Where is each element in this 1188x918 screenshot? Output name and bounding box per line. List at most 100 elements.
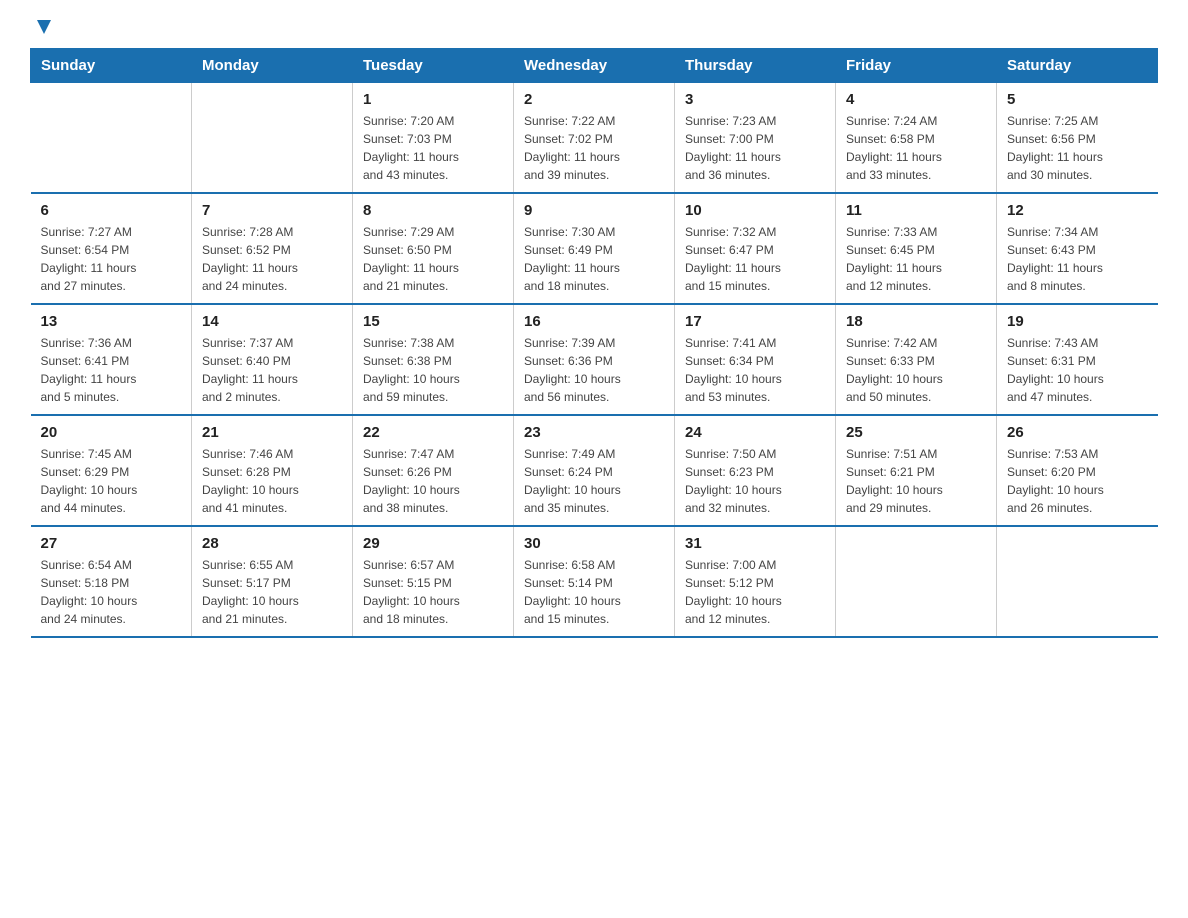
day-number: 21 bbox=[202, 424, 342, 441]
calendar-week-row: 20Sunrise: 7:45 AM Sunset: 6:29 PM Dayli… bbox=[31, 415, 1158, 526]
page-header bbox=[30, 20, 1158, 38]
logo-arrow-icon bbox=[33, 16, 55, 38]
calendar-cell: 1 Sunrise: 7:20 AM Sunset: 7:03 PM Daylig… bbox=[353, 83, 514, 194]
day-info: Sunrise: 7:32 AM Sunset: 6:47 PM Dayligh… bbox=[685, 223, 825, 295]
calendar-week-row: 1 Sunrise: 7:20 AM Sunset: 7:03 PM Daylig… bbox=[31, 83, 1158, 194]
calendar-cell: 8Sunrise: 7:29 AM Sunset: 6:50 PM Daylig… bbox=[353, 193, 514, 304]
day-info: Sunrise: 7:20 AM Sunset: 7:03 PM Dayligh… bbox=[363, 112, 503, 184]
day-header-friday: Friday bbox=[836, 49, 997, 83]
day-info: Sunrise: 7:46 AM Sunset: 6:28 PM Dayligh… bbox=[202, 445, 342, 517]
day-number: 19 bbox=[1007, 313, 1148, 330]
day-number: 30 bbox=[524, 535, 664, 552]
calendar-cell: 31Sunrise: 7:00 AM Sunset: 5:12 PM Dayli… bbox=[675, 526, 836, 637]
calendar-cell: 14Sunrise: 7:37 AM Sunset: 6:40 PM Dayli… bbox=[192, 304, 353, 415]
day-number: 29 bbox=[363, 535, 503, 552]
day-number: 2 bbox=[524, 91, 664, 108]
day-header-saturday: Saturday bbox=[997, 49, 1158, 83]
day-info: Sunrise: 7:27 AM Sunset: 6:54 PM Dayligh… bbox=[41, 223, 182, 295]
calendar-cell bbox=[31, 83, 192, 194]
calendar-cell: 26 Sunrise: 7:53 AM Sunset: 6:20 PM Dayli… bbox=[997, 415, 1158, 526]
day-info: Sunrise: 7:22 AM Sunset: 7:02 PM Dayligh… bbox=[524, 112, 664, 184]
day-number: 15 bbox=[363, 313, 503, 330]
day-info: Sunrise: 7:50 AM Sunset: 6:23 PM Dayligh… bbox=[685, 445, 825, 517]
calendar-cell: 21 Sunrise: 7:46 AM Sunset: 6:28 PM Dayli… bbox=[192, 415, 353, 526]
day-number: 5 bbox=[1007, 91, 1148, 108]
day-info: Sunrise: 7:42 AM Sunset: 6:33 PM Dayligh… bbox=[846, 334, 986, 406]
calendar-cell: 29 Sunrise: 6:57 AM Sunset: 5:15 PM Dayli… bbox=[353, 526, 514, 637]
day-number: 25 bbox=[846, 424, 986, 441]
day-info: Sunrise: 6:58 AM Sunset: 5:14 PM Dayligh… bbox=[524, 556, 664, 628]
day-header-wednesday: Wednesday bbox=[514, 49, 675, 83]
day-number: 10 bbox=[685, 202, 825, 219]
day-number: 22 bbox=[363, 424, 503, 441]
day-header-tuesday: Tuesday bbox=[353, 49, 514, 83]
day-number: 1 bbox=[363, 91, 503, 108]
calendar-cell: 27 Sunrise: 6:54 AM Sunset: 5:18 PM Dayli… bbox=[31, 526, 192, 637]
day-number: 26 bbox=[1007, 424, 1148, 441]
day-number: 7 bbox=[202, 202, 342, 219]
calendar-cell: 25 Sunrise: 7:51 AM Sunset: 6:21 PM Dayli… bbox=[836, 415, 997, 526]
day-number: 4 bbox=[846, 91, 986, 108]
calendar-cell: 18 Sunrise: 7:42 AM Sunset: 6:33 PM Dayli… bbox=[836, 304, 997, 415]
day-info: Sunrise: 7:49 AM Sunset: 6:24 PM Dayligh… bbox=[524, 445, 664, 517]
calendar-cell bbox=[192, 83, 353, 194]
calendar-cell: 3 Sunrise: 7:23 AM Sunset: 7:00 PM Daylig… bbox=[675, 83, 836, 194]
calendar-cell: 22 Sunrise: 7:47 AM Sunset: 6:26 PM Dayli… bbox=[353, 415, 514, 526]
day-info: Sunrise: 7:36 AM Sunset: 6:41 PM Dayligh… bbox=[41, 334, 182, 406]
calendar-cell: 12Sunrise: 7:34 AM Sunset: 6:43 PM Dayli… bbox=[997, 193, 1158, 304]
calendar-cell: 7 Sunrise: 7:28 AM Sunset: 6:52 PM Daylig… bbox=[192, 193, 353, 304]
calendar-cell: 11 Sunrise: 7:33 AM Sunset: 6:45 PM Dayli… bbox=[836, 193, 997, 304]
day-info: Sunrise: 6:54 AM Sunset: 5:18 PM Dayligh… bbox=[41, 556, 182, 628]
day-info: Sunrise: 7:28 AM Sunset: 6:52 PM Dayligh… bbox=[202, 223, 342, 295]
day-number: 18 bbox=[846, 313, 986, 330]
day-number: 17 bbox=[685, 313, 825, 330]
calendar-cell: 2 Sunrise: 7:22 AM Sunset: 7:02 PM Daylig… bbox=[514, 83, 675, 194]
calendar-cell: 5Sunrise: 7:25 AM Sunset: 6:56 PM Daylig… bbox=[997, 83, 1158, 194]
day-number: 8 bbox=[363, 202, 503, 219]
day-number: 9 bbox=[524, 202, 664, 219]
day-number: 6 bbox=[41, 202, 182, 219]
calendar-cell: 13 Sunrise: 7:36 AM Sunset: 6:41 PM Dayli… bbox=[31, 304, 192, 415]
calendar-cell: 10 Sunrise: 7:32 AM Sunset: 6:47 PM Dayli… bbox=[675, 193, 836, 304]
day-info: Sunrise: 7:37 AM Sunset: 6:40 PM Dayligh… bbox=[202, 334, 342, 406]
calendar-cell: 23 Sunrise: 7:49 AM Sunset: 6:24 PM Dayli… bbox=[514, 415, 675, 526]
day-number: 12 bbox=[1007, 202, 1148, 219]
day-info: Sunrise: 7:23 AM Sunset: 7:00 PM Dayligh… bbox=[685, 112, 825, 184]
day-info: Sunrise: 7:53 AM Sunset: 6:20 PM Dayligh… bbox=[1007, 445, 1148, 517]
calendar-table: SundayMondayTuesdayWednesdayThursdayFrid… bbox=[30, 48, 1158, 638]
day-header-sunday: Sunday bbox=[31, 49, 192, 83]
calendar-week-row: 13 Sunrise: 7:36 AM Sunset: 6:41 PM Dayli… bbox=[31, 304, 1158, 415]
day-number: 28 bbox=[202, 535, 342, 552]
calendar-cell: 17Sunrise: 7:41 AM Sunset: 6:34 PM Dayli… bbox=[675, 304, 836, 415]
day-info: Sunrise: 7:38 AM Sunset: 6:38 PM Dayligh… bbox=[363, 334, 503, 406]
day-header-thursday: Thursday bbox=[675, 49, 836, 83]
day-info: Sunrise: 7:39 AM Sunset: 6:36 PM Dayligh… bbox=[524, 334, 664, 406]
day-number: 24 bbox=[685, 424, 825, 441]
day-info: Sunrise: 6:57 AM Sunset: 5:15 PM Dayligh… bbox=[363, 556, 503, 628]
day-info: Sunrise: 7:43 AM Sunset: 6:31 PM Dayligh… bbox=[1007, 334, 1148, 406]
day-number: 3 bbox=[685, 91, 825, 108]
calendar-cell bbox=[836, 526, 997, 637]
day-info: Sunrise: 7:51 AM Sunset: 6:21 PM Dayligh… bbox=[846, 445, 986, 517]
day-header-monday: Monday bbox=[192, 49, 353, 83]
day-number: 23 bbox=[524, 424, 664, 441]
calendar-cell: 28 Sunrise: 6:55 AM Sunset: 5:17 PM Dayli… bbox=[192, 526, 353, 637]
logo bbox=[30, 20, 55, 38]
calendar-cell: 24 Sunrise: 7:50 AM Sunset: 6:23 PM Dayli… bbox=[675, 415, 836, 526]
calendar-cell: 15 Sunrise: 7:38 AM Sunset: 6:38 PM Dayli… bbox=[353, 304, 514, 415]
day-number: 27 bbox=[41, 535, 182, 552]
day-info: Sunrise: 6:55 AM Sunset: 5:17 PM Dayligh… bbox=[202, 556, 342, 628]
day-info: Sunrise: 7:00 AM Sunset: 5:12 PM Dayligh… bbox=[685, 556, 825, 628]
day-info: Sunrise: 7:47 AM Sunset: 6:26 PM Dayligh… bbox=[363, 445, 503, 517]
day-number: 11 bbox=[846, 202, 986, 219]
calendar-week-row: 6 Sunrise: 7:27 AM Sunset: 6:54 PM Daylig… bbox=[31, 193, 1158, 304]
day-number: 13 bbox=[41, 313, 182, 330]
calendar-cell: 6 Sunrise: 7:27 AM Sunset: 6:54 PM Daylig… bbox=[31, 193, 192, 304]
day-info: Sunrise: 7:24 AM Sunset: 6:58 PM Dayligh… bbox=[846, 112, 986, 184]
day-info: Sunrise: 7:33 AM Sunset: 6:45 PM Dayligh… bbox=[846, 223, 986, 295]
calendar-cell: 9 Sunrise: 7:30 AM Sunset: 6:49 PM Daylig… bbox=[514, 193, 675, 304]
day-info: Sunrise: 7:45 AM Sunset: 6:29 PM Dayligh… bbox=[41, 445, 182, 517]
calendar-week-row: 27 Sunrise: 6:54 AM Sunset: 5:18 PM Dayli… bbox=[31, 526, 1158, 637]
day-info: Sunrise: 7:30 AM Sunset: 6:49 PM Dayligh… bbox=[524, 223, 664, 295]
calendar-cell: 20Sunrise: 7:45 AM Sunset: 6:29 PM Dayli… bbox=[31, 415, 192, 526]
